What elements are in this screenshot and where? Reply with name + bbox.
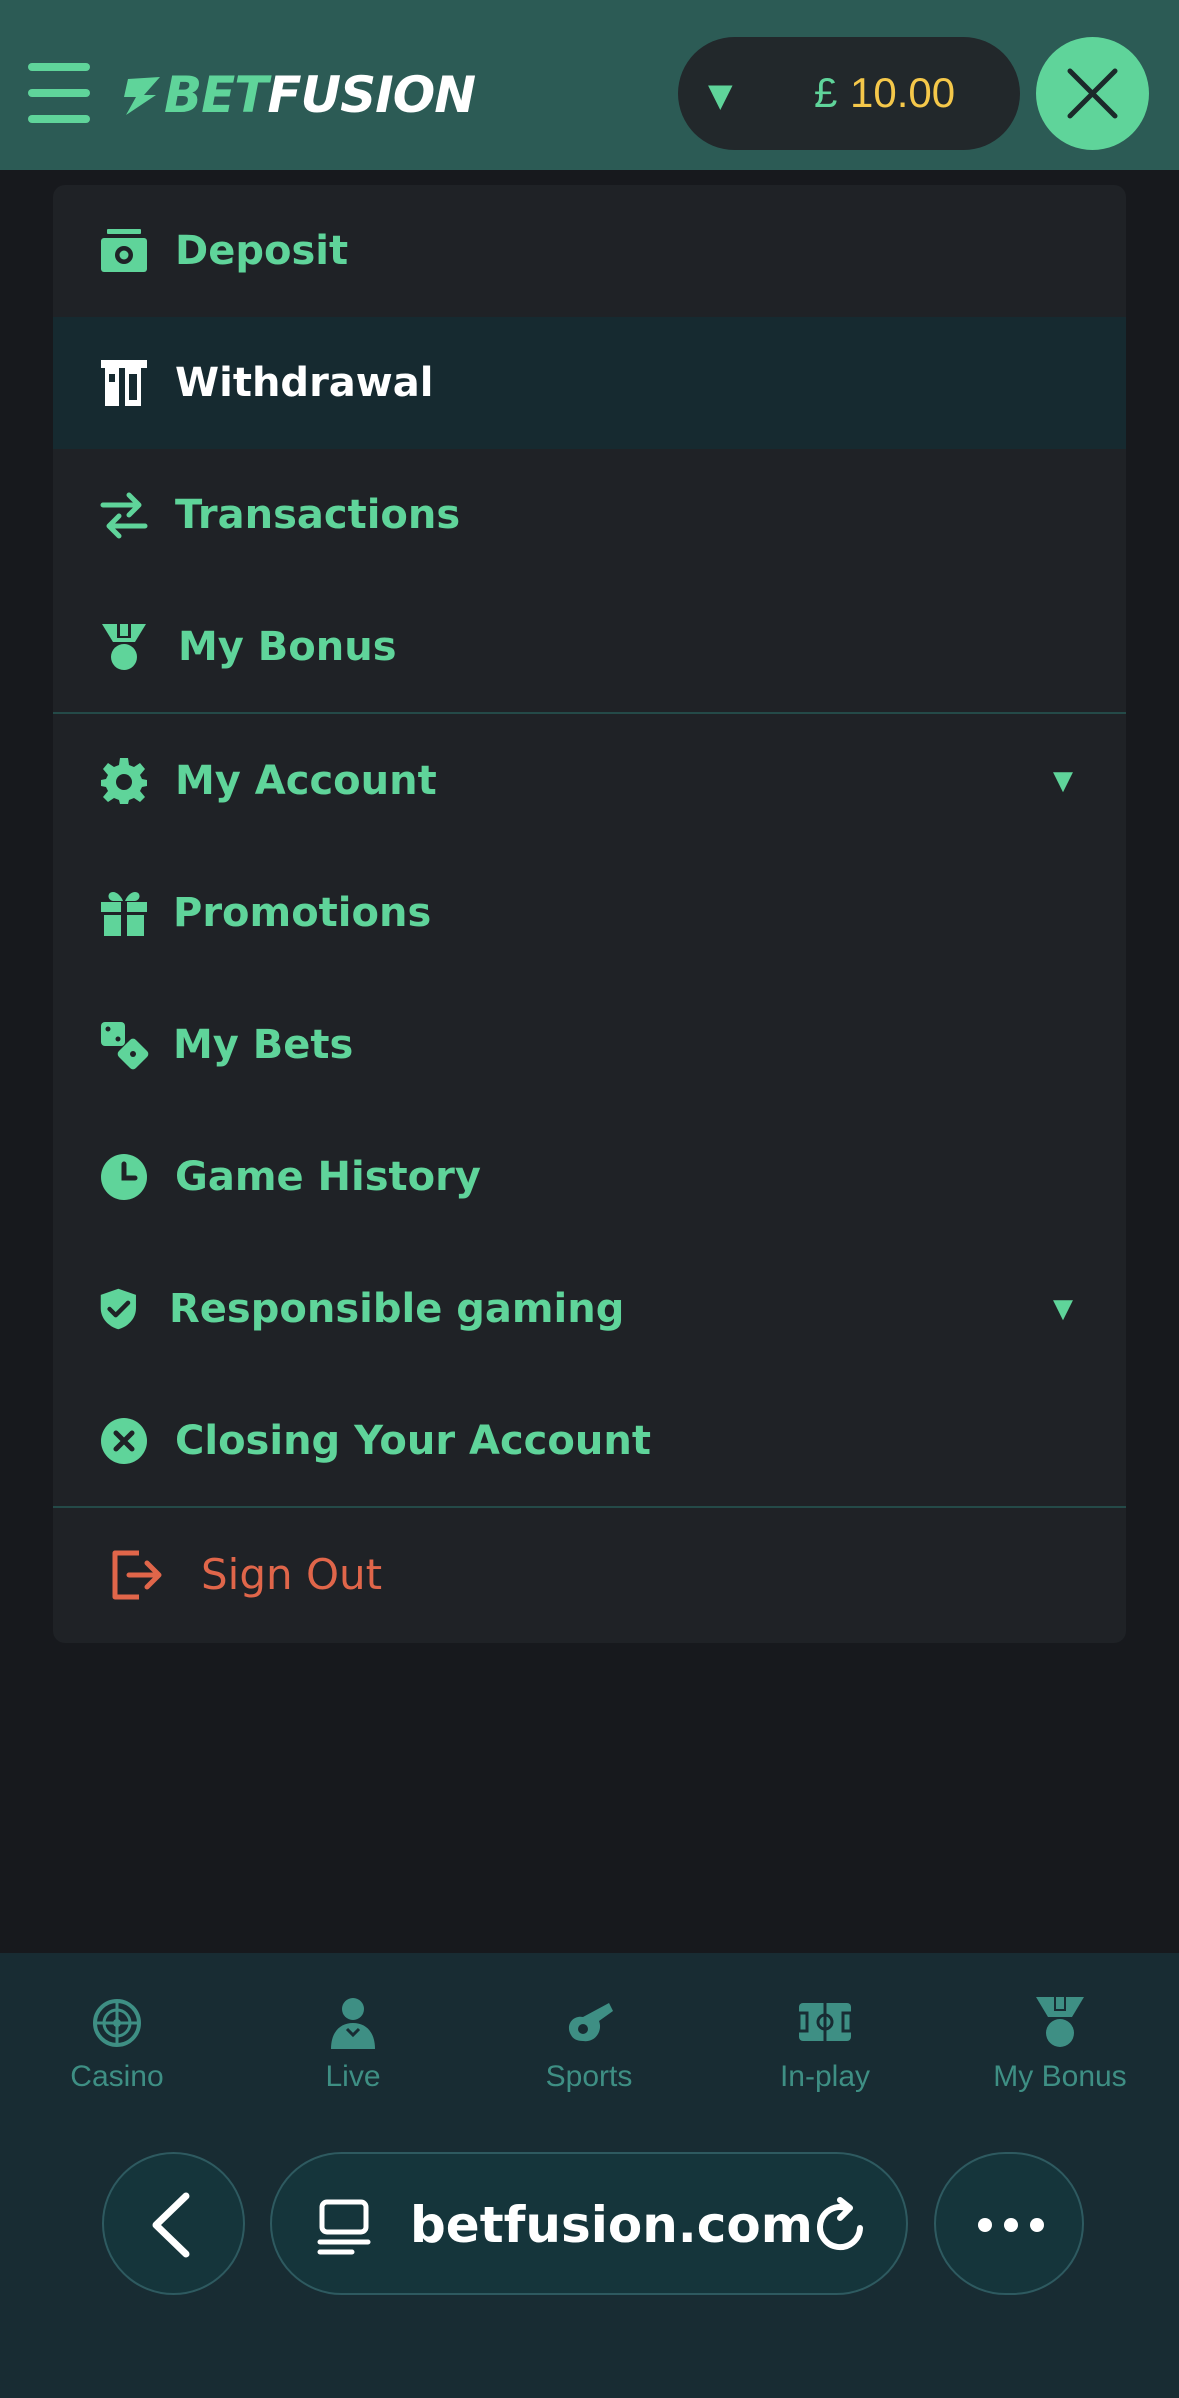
whistle-icon xyxy=(568,2003,613,2042)
browser-back-button[interactable] xyxy=(102,2152,245,2295)
hamburger-line xyxy=(28,115,90,123)
clock-icon xyxy=(101,1154,147,1200)
browser-address-bar[interactable]: betfusion.com xyxy=(270,2152,908,2295)
url-text: betfusion.com xyxy=(410,2196,813,2254)
balance-amount: 10.00 xyxy=(850,69,956,116)
menu-item-label: My Bets xyxy=(173,1022,354,1068)
top-header: BET FUSION ▼ £ 10.00 xyxy=(0,0,1179,170)
menu-item-my-account[interactable]: My Account ▼ xyxy=(53,715,1126,847)
expand-caret-icon[interactable]: ▼ xyxy=(1053,763,1073,799)
menu-item-label: Transactions xyxy=(175,492,461,538)
sign-out-label: Sign Out xyxy=(201,1550,383,1599)
chevron-left-icon xyxy=(152,2192,190,2258)
gear-icon xyxy=(101,758,147,804)
transfer-arrows-icon xyxy=(100,492,148,539)
menu-divider xyxy=(53,1506,1126,1508)
betfusion-logo[interactable]: BET FUSION xyxy=(122,60,476,130)
nav-label: In-play xyxy=(779,2060,871,2093)
close-menu-button[interactable] xyxy=(1036,37,1149,150)
logo-text-bet: BET xyxy=(164,66,268,124)
hamburger-line xyxy=(28,89,90,97)
menu-item-closing-account[interactable]: Closing Your Account xyxy=(53,1375,1126,1507)
logo-text-fusion: FUSION xyxy=(267,66,476,124)
atm-icon xyxy=(101,360,147,406)
shield-check-icon xyxy=(100,1288,136,1330)
medal-icon xyxy=(1036,1997,1084,2047)
reload-icon[interactable] xyxy=(812,2196,870,2256)
menu-item-label: Withdrawal xyxy=(175,360,434,406)
nav-item-in-play[interactable]: In-play xyxy=(725,1971,925,2093)
caret-down-icon: ▼ xyxy=(708,76,733,114)
balance-currency: £ xyxy=(814,69,838,116)
nav-item-casino[interactable]: Casino xyxy=(17,1971,217,2093)
cash-icon xyxy=(101,229,147,272)
field-icon xyxy=(797,2003,853,2041)
gift-icon xyxy=(101,892,147,936)
nav-item-sports[interactable]: Sports xyxy=(489,1971,689,2093)
menu-item-responsible-gaming[interactable]: Responsible gaming ▼ xyxy=(53,1243,1126,1375)
menu-item-label: Promotions xyxy=(173,890,432,936)
nav-label: My Bonus xyxy=(993,2060,1127,2093)
hamburger-menu-icon[interactable] xyxy=(28,63,90,123)
menu-divider xyxy=(53,712,1126,714)
nav-item-my-bonus[interactable]: My Bonus xyxy=(960,1971,1160,2093)
menu-item-label: Closing Your Account xyxy=(175,1418,651,1464)
nav-label: Casino xyxy=(70,2060,164,2093)
menu-item-deposit[interactable]: Deposit xyxy=(53,185,1126,317)
dealer-icon xyxy=(331,1998,375,2049)
menu-item-label: My Bonus xyxy=(178,624,397,670)
menu-item-label: Deposit xyxy=(175,228,349,274)
menu-item-my-bets[interactable]: My Bets xyxy=(53,979,1126,1111)
roulette-icon xyxy=(93,1999,141,2047)
menu-item-transactions[interactable]: Transactions xyxy=(53,449,1126,581)
menu-item-label: Game History xyxy=(175,1154,481,1200)
menu-item-label: My Account xyxy=(175,758,437,804)
nav-item-live[interactable]: Live xyxy=(253,1971,453,2093)
browser-more-button[interactable] xyxy=(934,2152,1084,2295)
site-info-icon xyxy=(317,2199,371,2255)
more-dots-icon xyxy=(978,2218,1044,2232)
logo-bolt-icon xyxy=(124,77,160,115)
expand-caret-icon[interactable]: ▼ xyxy=(1053,1291,1073,1327)
balance-dropdown[interactable]: ▼ £ 10.00 xyxy=(678,37,1020,150)
sign-out-icon xyxy=(112,1550,162,1600)
hamburger-line xyxy=(28,63,90,71)
menu-item-withdrawal[interactable]: Withdrawal xyxy=(53,317,1126,449)
dice-icon xyxy=(101,1022,149,1070)
nav-label: Live xyxy=(325,2060,381,2093)
account-menu: Deposit Withdrawal Transactions My Bonus xyxy=(53,185,1126,1643)
medal-icon xyxy=(102,624,146,670)
menu-item-my-bonus[interactable]: My Bonus xyxy=(53,581,1126,713)
menu-item-promotions[interactable]: Promotions xyxy=(53,847,1126,979)
close-icon xyxy=(1067,68,1118,119)
sign-out-button[interactable]: Sign Out xyxy=(53,1509,1126,1641)
nav-label: Sports xyxy=(545,2060,633,2093)
close-circle-icon xyxy=(101,1418,147,1464)
menu-item-label: Responsible gaming xyxy=(169,1286,625,1332)
menu-item-game-history[interactable]: Game History xyxy=(53,1111,1126,1243)
